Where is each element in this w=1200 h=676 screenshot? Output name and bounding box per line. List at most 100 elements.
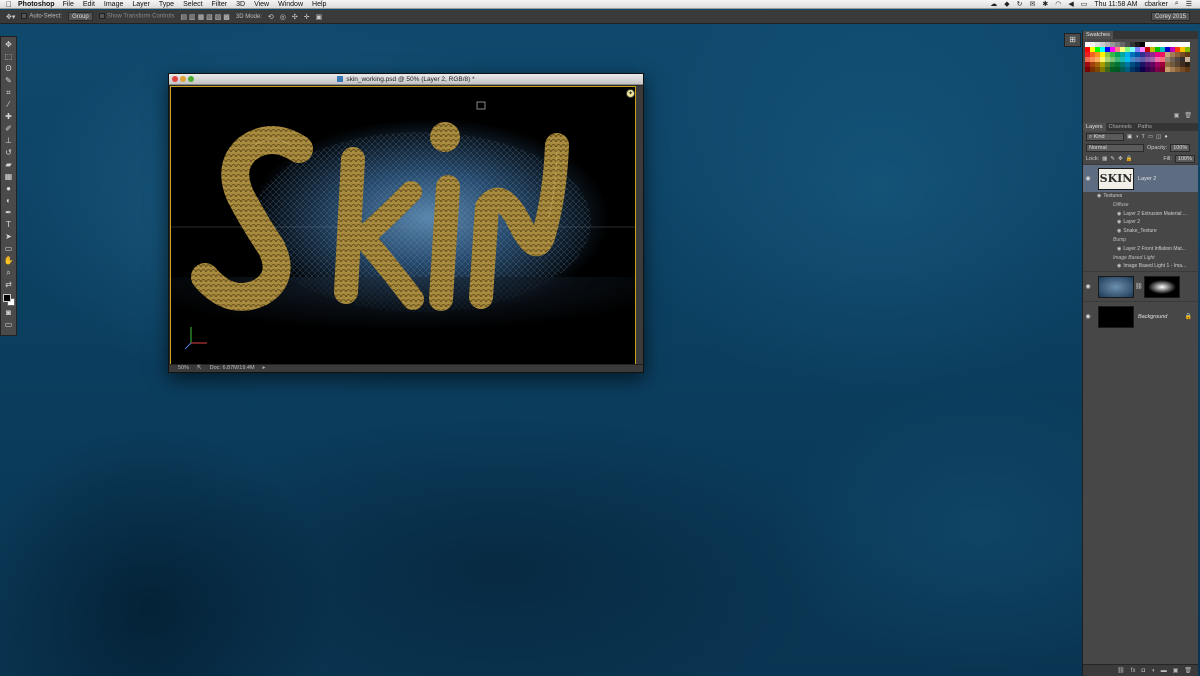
new-group-icon[interactable]: ▬ bbox=[1161, 668, 1167, 674]
background-layer-name[interactable]: Background bbox=[1138, 314, 1167, 320]
default-colors-icon[interactable]: ⇄ bbox=[2, 279, 16, 291]
link-layers-icon[interactable]: ⛓ bbox=[1117, 667, 1125, 674]
layer-row-background[interactable]: ◉ Background 🔒 bbox=[1083, 301, 1198, 331]
menu-user[interactable]: cbarker bbox=[1144, 1, 1167, 8]
filter-smart-icon[interactable]: ◫ bbox=[1156, 134, 1161, 140]
layer-row-layer-1[interactable]: ◉ ⛓ bbox=[1083, 271, 1198, 301]
swatch-cell[interactable] bbox=[1185, 67, 1190, 72]
filter-adjustment-icon[interactable]: ◑ bbox=[1135, 134, 1138, 140]
visibility-eye-icon[interactable]: ◉ bbox=[1083, 175, 1093, 182]
auto-select-dropdown[interactable]: Group bbox=[68, 12, 93, 21]
new-layer-icon[interactable]: ▣ bbox=[1173, 667, 1179, 674]
battery-icon[interactable]: ▭ bbox=[1081, 0, 1088, 8]
lock-transparent-icon[interactable]: ▦ bbox=[1102, 156, 1107, 162]
quick-select-tool-icon[interactable]: ✎ bbox=[2, 75, 16, 87]
wifi-icon[interactable]: ◠ bbox=[1055, 0, 1061, 8]
brush-tool-icon[interactable]: ✐ bbox=[2, 123, 16, 135]
layer-row-layer-2[interactable]: ◉ SKIN Layer 2 bbox=[1083, 164, 1198, 192]
effect-eye-icon[interactable]: ◉ bbox=[1117, 228, 1121, 234]
document-titlebar[interactable]: skin_working.psd @ 50% (Layer 2, RGB/8) … bbox=[169, 74, 643, 85]
effect-row-snake-texture[interactable]: ◉ Snake_Texture bbox=[1097, 227, 1198, 236]
filter-shape-icon[interactable]: ▭ bbox=[1148, 134, 1153, 140]
menu-layer[interactable]: Layer bbox=[132, 1, 150, 8]
align-icons[interactable]: ▤ ▥ ▦ ▧ ▨ ▩ bbox=[180, 13, 229, 21]
scale-3d-icon[interactable]: ▣ bbox=[316, 13, 323, 21]
layer-2-name[interactable]: Layer 2 bbox=[1138, 176, 1156, 182]
blur-tool-icon[interactable]: ● bbox=[2, 183, 16, 195]
history-brush-tool-icon[interactable]: ↺ bbox=[2, 147, 16, 159]
textures-row[interactable]: ◉ Textures bbox=[1097, 192, 1198, 201]
slide-3d-icon[interactable]: ✛ bbox=[304, 13, 310, 21]
menu-3d[interactable]: 3D bbox=[236, 1, 245, 8]
lock-image-icon[interactable]: ✎ bbox=[1110, 156, 1115, 162]
color-swatches[interactable] bbox=[2, 293, 16, 307]
workspace-switcher[interactable]: Corey 2015 bbox=[1150, 12, 1190, 21]
lock-all-icon[interactable]: 🔒 bbox=[1126, 156, 1133, 162]
menu-type[interactable]: Type bbox=[159, 1, 174, 8]
gradient-tool-icon[interactable]: ▦ bbox=[2, 171, 16, 183]
effect-eye-icon[interactable]: ◉ bbox=[1117, 246, 1121, 252]
close-button[interactable] bbox=[172, 76, 178, 82]
filter-pixel-icon[interactable]: ▣ bbox=[1127, 134, 1132, 140]
collapsed-panel-strip[interactable]: ⊞ bbox=[1064, 33, 1081, 47]
tab-paths[interactable]: Paths bbox=[1135, 123, 1155, 131]
creative-cloud-icon[interactable]: ☁ bbox=[990, 0, 997, 8]
effect-row-layer-2[interactable]: ◉ Layer 2 bbox=[1097, 218, 1198, 227]
marquee-tool-icon[interactable]: ⬚ bbox=[2, 51, 16, 63]
document-canvas[interactable]: ✦ bbox=[170, 86, 636, 365]
menu-image[interactable]: Image bbox=[104, 1, 123, 8]
zoom-tool-icon[interactable]: ⌕ bbox=[2, 267, 16, 279]
tab-swatches[interactable]: Swatches bbox=[1083, 31, 1113, 39]
fill-field[interactable]: 100% bbox=[1174, 154, 1195, 163]
dropbox-icon[interactable]: ◆ bbox=[1004, 0, 1009, 8]
pen-tool-icon[interactable]: ✒ bbox=[2, 207, 16, 219]
apple-icon[interactable]:  bbox=[0, 0, 18, 9]
crop-tool-icon[interactable]: ⌗ bbox=[2, 87, 16, 99]
show-transform-checkbox[interactable]: Show Transform Controls bbox=[98, 13, 174, 20]
volume-icon[interactable]: ◀ bbox=[1068, 0, 1073, 8]
delete-swatch-icon[interactable]: 🗑 bbox=[1184, 112, 1192, 119]
eraser-tool-icon[interactable]: ▰ bbox=[2, 159, 16, 171]
hand-tool-icon[interactable]: ✋ bbox=[2, 255, 16, 267]
zoom-level[interactable]: 50% bbox=[178, 365, 189, 372]
tab-layers[interactable]: Layers bbox=[1083, 123, 1106, 131]
type-tool-icon[interactable]: T bbox=[2, 219, 16, 231]
screen-mode-icon[interactable]: ▭ bbox=[2, 319, 16, 331]
healing-brush-tool-icon[interactable]: ✚ bbox=[2, 111, 16, 123]
layer-style-icon[interactable]: fx bbox=[1131, 668, 1136, 674]
effect-row-image-based-light[interactable]: ◉ Image Based Light 1 - Ima... bbox=[1097, 262, 1198, 271]
add-mask-icon[interactable]: ◘ bbox=[1141, 668, 1145, 674]
sync-icon[interactable]: ↻ bbox=[1017, 0, 1023, 8]
panel-icon[interactable]: ⊞ bbox=[1069, 35, 1076, 44]
spotlight-icon[interactable]: ⌕ bbox=[1175, 0, 1179, 8]
filter-type-icon[interactable]: T bbox=[1142, 134, 1145, 140]
dodge-tool-icon[interactable]: ◐ bbox=[2, 195, 16, 207]
mail-icon[interactable]: ✉ bbox=[1030, 0, 1036, 8]
eyedropper-tool-icon[interactable]: ⁄ bbox=[2, 99, 16, 111]
3d-light-widget-icon[interactable]: ✦ bbox=[626, 89, 635, 98]
path-select-tool-icon[interactable]: ➤ bbox=[2, 231, 16, 243]
delete-layer-icon[interactable]: 🗑 bbox=[1184, 667, 1192, 674]
effect-eye-icon[interactable]: ◉ bbox=[1117, 263, 1121, 269]
tab-channels[interactable]: Channels bbox=[1106, 123, 1135, 131]
drag-3d-icon[interactable]: ✣ bbox=[292, 13, 298, 21]
app-menu-photoshop[interactable]: Photoshop bbox=[18, 1, 55, 8]
menu-clock[interactable]: Thu 11:58 AM bbox=[1094, 1, 1137, 8]
document-scrollbar[interactable] bbox=[636, 86, 643, 365]
layer-1-mask-thumbnail[interactable] bbox=[1143, 275, 1180, 298]
zoom-button[interactable] bbox=[188, 76, 194, 82]
opacity-field[interactable]: 100% bbox=[1170, 143, 1191, 152]
notification-center-icon[interactable]: ☰ bbox=[1186, 0, 1192, 8]
filter-kind-dropdown[interactable]: ⌕ Kind bbox=[1086, 132, 1124, 141]
adjustment-layer-icon[interactable]: ◑ bbox=[1151, 668, 1155, 674]
clone-stamp-tool-icon[interactable]: ⊥ bbox=[2, 135, 16, 147]
menu-select[interactable]: Select bbox=[183, 1, 202, 8]
visibility-eye-icon[interactable]: ◉ bbox=[1083, 283, 1093, 290]
menu-help[interactable]: Help bbox=[312, 1, 326, 8]
textures-eye-icon[interactable]: ◉ bbox=[1097, 193, 1101, 199]
lasso-tool-icon[interactable]: ʘ bbox=[2, 63, 16, 75]
status-arrow-icon[interactable]: ▸ bbox=[263, 365, 266, 372]
status-export-icon[interactable]: ⇱ bbox=[197, 365, 202, 372]
foreground-color-swatch[interactable] bbox=[2, 294, 11, 302]
orbit-3d-icon[interactable]: ⟲ bbox=[268, 13, 274, 21]
